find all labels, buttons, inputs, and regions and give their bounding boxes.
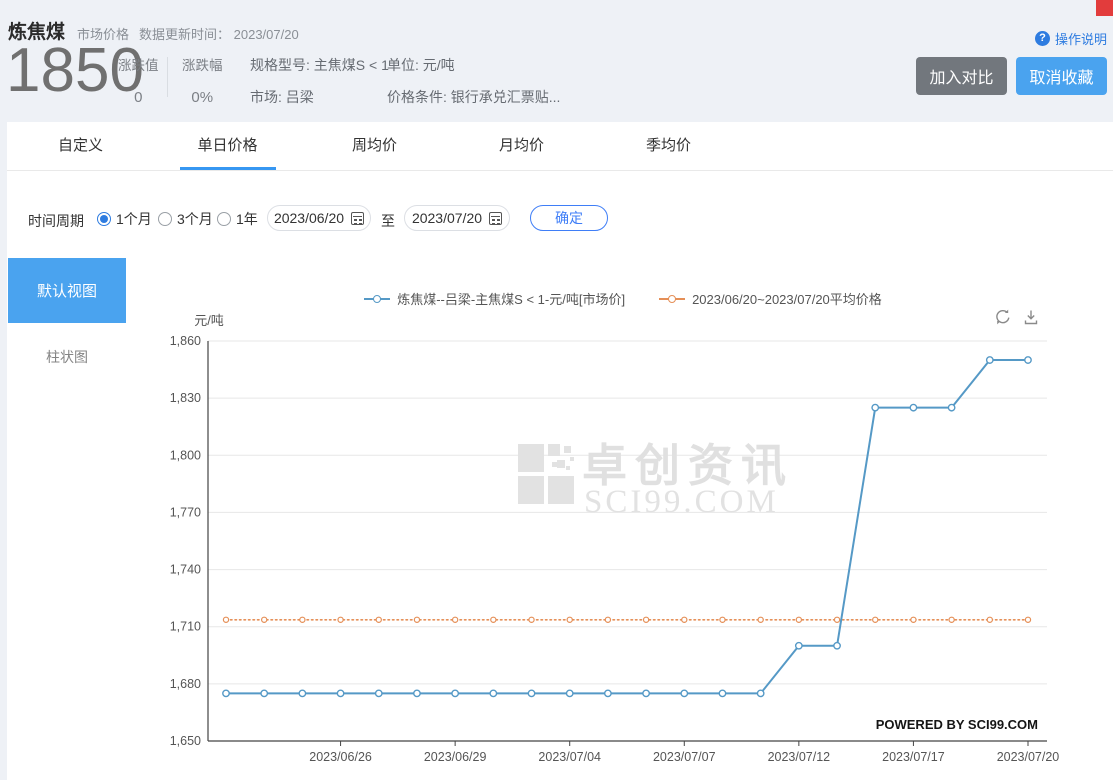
corner-tag	[1096, 0, 1113, 16]
time-period-label: 时间周期	[28, 213, 84, 229]
svg-text:1,740: 1,740	[170, 563, 201, 577]
svg-text:POWERED BY SCI99.COM: POWERED BY SCI99.COM	[876, 717, 1038, 732]
change-value-label: 涨跌值	[118, 58, 159, 73]
svg-text:2023/06/26: 2023/06/26	[309, 750, 372, 764]
tab-weekly-avg[interactable]: 周均价	[301, 122, 448, 170]
help-link[interactable]: ? 操作说明	[1035, 29, 1107, 48]
spec-model: 规格型号: 主焦煤S < 1	[250, 57, 389, 73]
add-compare-button[interactable]: 加入对比	[916, 57, 1007, 95]
radio-1month[interactable]: 1个月	[97, 209, 152, 229]
tab-daily-price[interactable]: 单日价格	[154, 122, 301, 170]
spec-condition: 价格条件: 银行承兑汇票贴...	[387, 89, 561, 105]
svg-text:元/吨: 元/吨	[194, 313, 224, 328]
svg-text:2023/06/29: 2023/06/29	[424, 750, 487, 764]
svg-text:2023/07/20: 2023/07/20	[997, 750, 1060, 764]
radio-icon	[97, 212, 111, 226]
question-icon: ?	[1035, 31, 1050, 46]
calendar-icon	[351, 211, 365, 225]
price-tabs: 自定义 单日价格 周均价 月均价 季均价	[7, 122, 1113, 171]
price-line-chart[interactable]: 1,650 1,680 1,710 1,740 1,770 1,800 1,830 1,860…	[133, 305, 1113, 780]
svg-text:1,710: 1,710	[170, 620, 201, 634]
radio-1year[interactable]: 1年	[217, 209, 258, 229]
unit-column: 单位: 元/吨 价格条件: 银行承兑汇票贴...	[387, 55, 560, 107]
date-from-input[interactable]: 2023/06/20	[267, 205, 371, 231]
change-pct-value: 0%	[191, 89, 214, 106]
svg-text:1,680: 1,680	[170, 677, 201, 691]
tab-underline	[179, 167, 276, 170]
spec-unit: 单位: 元/吨	[387, 57, 455, 73]
content-card: 自定义 单日价格 周均价 月均价 季均价 时间周期 1个月 3个月 1年 202…	[7, 122, 1113, 780]
legend-line-marker-icon	[364, 294, 391, 303]
svg-text:2023/07/12: 2023/07/12	[768, 750, 831, 764]
change-pct-block: 涨跌幅 0%	[182, 54, 223, 106]
change-value-block: 涨跌值 0	[118, 54, 159, 106]
legend-line-marker-icon	[659, 294, 686, 303]
data-update-time: 数据更新时间： 2023/07/20	[139, 27, 299, 42]
spec-market: 市场: 吕梁	[250, 89, 314, 105]
svg-text:2023/07/07: 2023/07/07	[653, 750, 716, 764]
svg-text:1,650: 1,650	[170, 734, 201, 748]
price-detail-page: 炼焦煤 市场价格 数据更新时间： 2023/07/20 1850 涨跌值 0 涨…	[0, 0, 1113, 780]
svg-text:1,770: 1,770	[170, 505, 201, 519]
svg-text:SCI99.COM: SCI99.COM	[584, 484, 779, 520]
tab-monthly-avg[interactable]: 月均价	[448, 122, 595, 170]
help-label: 操作说明	[1055, 32, 1108, 47]
confirm-button[interactable]: 确定	[530, 205, 608, 231]
calendar-icon	[489, 211, 503, 225]
tab-quarterly-avg[interactable]: 季均价	[595, 122, 742, 170]
divider	[167, 57, 168, 97]
svg-text:2023/07/17: 2023/07/17	[882, 750, 945, 764]
svg-text:2023/07/04: 2023/07/04	[538, 750, 601, 764]
view-default[interactable]: 默认视图	[8, 258, 126, 323]
radio-3month[interactable]: 3个月	[158, 209, 213, 229]
radio-icon	[217, 212, 231, 226]
svg-text:1,860: 1,860	[170, 334, 201, 348]
spec-column: 规格型号: 主焦煤S < 1 市场: 吕梁	[250, 55, 389, 107]
change-pct-label: 涨跌幅	[182, 58, 223, 73]
svg-text:1,800: 1,800	[170, 448, 201, 462]
tab-custom[interactable]: 自定义	[7, 122, 154, 170]
radio-icon	[158, 212, 172, 226]
date-range-to-label: 至	[381, 213, 395, 229]
view-bar-chart[interactable]: 柱状图	[8, 347, 126, 367]
cancel-favorite-button[interactable]: 取消收藏	[1016, 57, 1107, 95]
date-to-input[interactable]: 2023/07/20	[404, 205, 510, 231]
change-value: 0	[134, 89, 143, 106]
svg-text:1,830: 1,830	[170, 391, 201, 405]
